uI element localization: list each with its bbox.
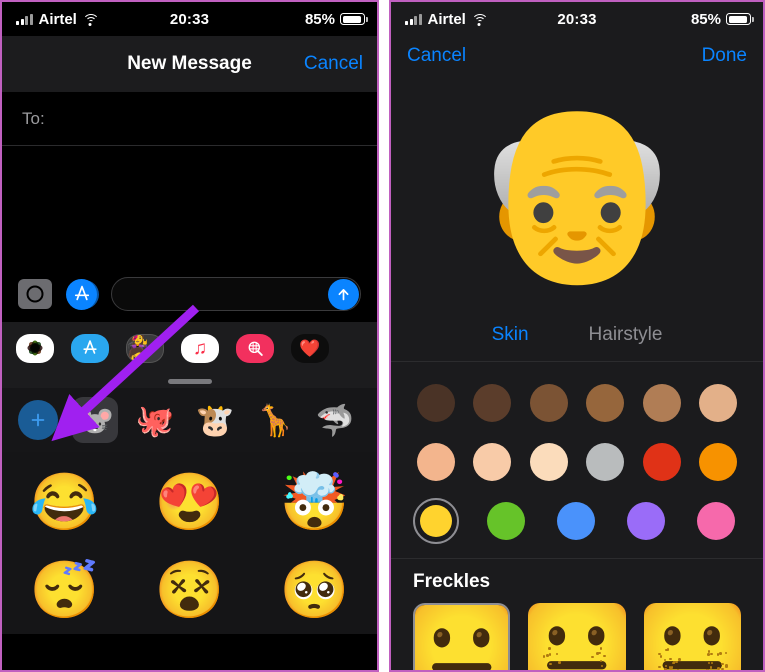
skin-swatch-1[interactable] [413, 380, 459, 426]
skin-swatch-row-3 [413, 498, 741, 544]
skin-color-grid[interactable] [391, 362, 763, 559]
skin-swatch-5[interactable] [639, 380, 685, 426]
animoji-shark[interactable]: 🦈 [312, 397, 358, 443]
skin-swatch-13[interactable] [413, 498, 459, 544]
skin-swatch-2[interactable] [469, 380, 515, 426]
animoji-shark-glyph: 🦈 [315, 402, 355, 438]
page-title: New Message [127, 53, 252, 74]
cancel-button[interactable]: Cancel [304, 53, 363, 75]
sticker-mouse-mind-blown[interactable]: 🤯 [280, 474, 350, 530]
freckles-face-glyph: 😐 [415, 605, 508, 670]
freckles-section-title: Freckles [413, 571, 491, 592]
freckles-face-glyph: 😐 [644, 603, 741, 670]
freckles-option-light[interactable]: 😐 [528, 603, 625, 670]
new-message-nav-bar: New Message Cancel [2, 36, 377, 92]
skin-swatch-14[interactable] [483, 498, 529, 544]
sticker-mouse-sad[interactable]: 🥺 [280, 562, 350, 618]
memoji-editor-tabs[interactable]: Skin Hairstyle [391, 308, 763, 362]
animoji-mouse[interactable]: 🐭 [72, 397, 118, 443]
right-status-right: 85% [690, 10, 754, 28]
skin-swatch-8[interactable] [469, 439, 515, 485]
message-transcript-area [2, 146, 377, 266]
app-store-app-icon[interactable] [71, 333, 109, 363]
add-memoji-button[interactable] [18, 400, 58, 440]
done-button[interactable]: Done [702, 45, 747, 67]
battery-icon [726, 13, 754, 25]
photos-app-icon[interactable] [16, 333, 54, 363]
music-app-icon[interactable]: ♫ [181, 333, 219, 363]
left-status-right: 85% [304, 10, 368, 28]
animoji-cow-glyph: 🐮 [195, 402, 235, 438]
imessage-app-drawer[interactable]: 👩‍🎤🧑 ♫ ❤️ [2, 322, 377, 374]
camera-icon[interactable] [18, 279, 52, 309]
sticker-mouse-heart-eyes[interactable]: 😍 [155, 474, 225, 530]
memoji-face-glyph: 👴 [471, 97, 683, 287]
memoji-editor-nav-bar: Cancel Done [391, 36, 763, 76]
sticker-mouse-laughing-tears[interactable]: 😂 [30, 474, 100, 530]
freckles-face-glyph: 😐 [528, 603, 625, 670]
memoji-app-icon[interactable]: 👩‍🎤🧑 [126, 333, 164, 363]
compose-bar [2, 266, 377, 322]
skin-swatch-11[interactable] [639, 439, 685, 485]
app-store-icon[interactable] [66, 278, 97, 310]
tab-hairstyle[interactable]: Hairstyle [589, 324, 663, 346]
battery-icon [340, 13, 368, 25]
animoji-picker-row[interactable]: 🐭 🐙 🐮 🦒 🦈 [2, 388, 377, 452]
memoji-sticker-grid[interactable]: 😂 😍 🤯 😴 😵 🥺 [2, 452, 377, 634]
photos-pinwheel-glyph [25, 338, 46, 359]
animoji-mouse-glyph: 🐭 [75, 402, 115, 438]
skin-swatch-7[interactable] [413, 439, 459, 485]
digital-touch-app-icon[interactable]: ❤️ [291, 333, 329, 363]
animoji-octopus[interactable]: 🐙 [132, 397, 178, 443]
heart-icon: ❤️ [299, 338, 321, 358]
freckles-options-row[interactable]: 😐 😐 😐 [413, 603, 741, 670]
skin-swatch-6[interactable] [695, 380, 741, 426]
battery-percent-label: 85% [690, 10, 721, 28]
skin-swatch-9[interactable] [526, 439, 572, 485]
freckles-option-none[interactable]: 😐 [413, 603, 511, 670]
message-input[interactable] [111, 277, 361, 311]
recipient-row[interactable]: To: [2, 92, 377, 146]
left-phone-screenshot: Airtel 20:33 85% New Message Cancel To: [0, 0, 379, 672]
skin-swatch-4[interactable] [582, 380, 628, 426]
right-status-bar: Airtel 20:33 85% [391, 2, 763, 36]
freckles-option-heavy[interactable]: 😐 [644, 603, 741, 670]
music-note-glyph: ♫ [192, 337, 208, 359]
skin-swatch-row-1 [413, 380, 741, 426]
freckles-section: Freckles 😐 😐 😐 [391, 559, 763, 670]
skin-swatch-16[interactable] [623, 498, 669, 544]
left-status-bar: Airtel 20:33 85% [2, 2, 377, 36]
to-field-label: To: [22, 108, 45, 128]
sticker-mouse-sleeping[interactable]: 😴 [30, 562, 100, 618]
memoji-face-preview: 👴 [391, 76, 763, 308]
animoji-giraffe[interactable]: 🦒 [252, 397, 298, 443]
skin-swatch-10[interactable] [582, 439, 628, 485]
skin-swatch-12[interactable] [695, 439, 741, 485]
drawer-drag-handle[interactable] [2, 374, 377, 388]
animoji-octopus-glyph: 🐙 [135, 402, 175, 438]
sticker-mouse-dizzy-stars[interactable]: 😵 [155, 562, 225, 618]
send-arrow-up-icon[interactable] [328, 279, 359, 310]
animoji-cow[interactable]: 🐮 [192, 397, 238, 443]
skin-swatch-17[interactable] [693, 498, 739, 544]
screenshot-root: Airtel 20:33 85% New Message Cancel To: [0, 0, 765, 672]
skin-swatch-row-2 [413, 439, 741, 485]
images-app-icon[interactable] [236, 333, 274, 363]
tab-skin[interactable]: Skin [492, 324, 529, 346]
battery-percent-label: 85% [304, 10, 335, 28]
skin-swatch-15[interactable] [553, 498, 599, 544]
right-phone-screenshot: Airtel 20:33 85% Cancel Done 👴 Skin Hair… [389, 0, 765, 672]
cancel-button[interactable]: Cancel [407, 45, 466, 67]
memoji-app-glyph: 👩‍🎤🧑 [127, 333, 149, 363]
skin-swatch-3[interactable] [526, 380, 572, 426]
animoji-giraffe-glyph: 🦒 [255, 402, 295, 438]
